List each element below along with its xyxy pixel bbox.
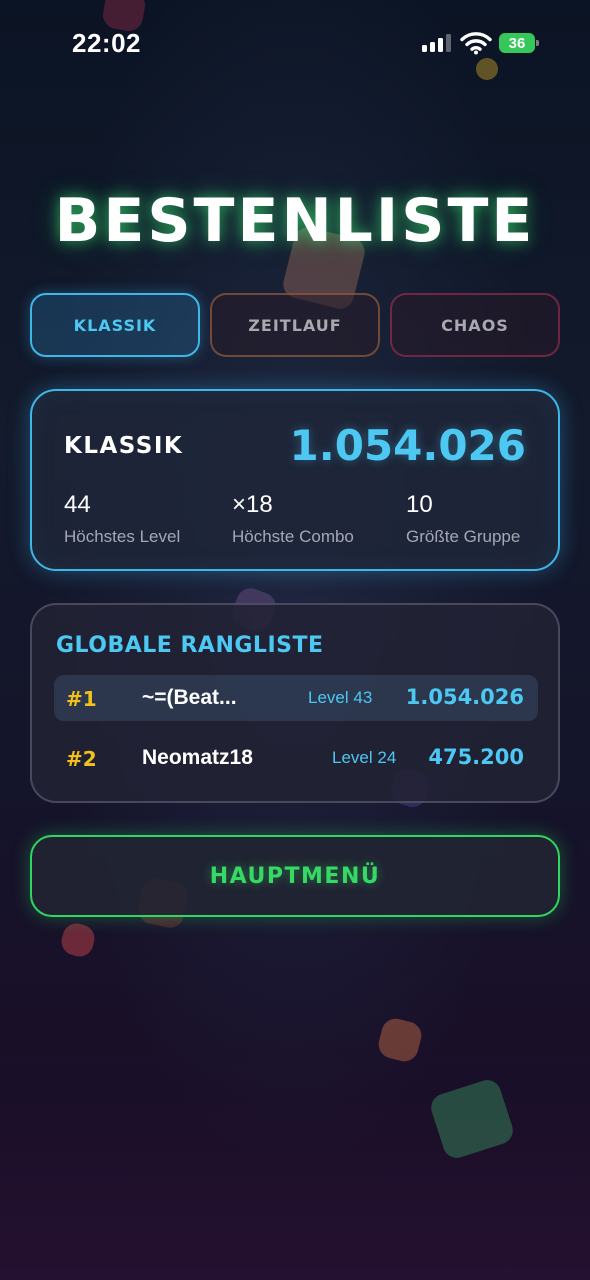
cellular-signal-icon	[422, 34, 454, 52]
global-leaderboard: GLOBALE RANGLISTE #1 ~=(Beat... Level 43…	[30, 603, 560, 803]
leaderboard-row: #1 ~=(Beat... Level 43 1.054.026	[54, 675, 538, 721]
score-card-mode: KLASSIK	[64, 433, 184, 459]
tab-label: KLASSIK	[73, 315, 157, 335]
main-menu-label: HAUPTMENÜ	[209, 863, 381, 889]
leaderboard-score: 1.054.026	[405, 685, 524, 709]
stat-label: Größte Gruppe	[406, 527, 521, 546]
leaderboard-row: #2 Neomatz18 Level 24 475.200	[54, 735, 538, 781]
background-tile	[58, 920, 98, 960]
leaderboard-level: Level 24	[332, 748, 397, 767]
leaderboard-score: 475.200	[428, 745, 524, 769]
leaderboard-player: Neomatz18	[142, 746, 253, 769]
stat-highest-combo: ×18 Höchste Combo	[232, 491, 354, 547]
leaderboard-level: Level 43	[308, 688, 373, 707]
best-score-card: KLASSIK 1.054.026 44 Höchstes Level ×18 …	[30, 389, 560, 571]
page-title: BESTENLISTE	[54, 186, 536, 256]
stat-label: Höchstes Level	[64, 527, 181, 546]
best-score-value: 1.054.026	[289, 421, 526, 470]
leaderboard-rank: #1	[66, 687, 97, 711]
stat-value: ×18	[232, 491, 273, 518]
tab-klassik[interactable]: KLASSIK	[30, 293, 200, 357]
leaderboard-player: ~=(Beat...	[142, 686, 237, 709]
leaderboard-rank: #2	[66, 747, 97, 771]
background-tile	[375, 1015, 425, 1065]
stat-value: 44	[64, 491, 91, 518]
tab-chaos[interactable]: CHAOS	[390, 293, 560, 357]
stat-highest-level: 44 Höchstes Level	[64, 491, 180, 547]
main-menu-button[interactable]: HAUPTMENÜ	[30, 835, 560, 917]
leaderboard-title: GLOBALE RANGLISTE	[56, 633, 324, 658]
tab-label: CHAOS	[441, 315, 509, 335]
wifi-icon	[460, 32, 492, 55]
background-tile	[427, 1076, 517, 1162]
status-bar: 22:02 36	[0, 0, 590, 90]
stat-value: 10	[406, 491, 433, 518]
tab-zeitlauf[interactable]: ZEITLAUF	[210, 293, 380, 357]
tab-label: ZEITLAUF	[248, 315, 342, 335]
battery-icon: 36	[499, 33, 539, 53]
status-time: 22:02	[72, 28, 141, 58]
battery-level: 36	[508, 34, 526, 52]
stat-largest-group: 10 Größte Gruppe	[406, 491, 520, 547]
stat-label: Höchste Combo	[232, 527, 354, 546]
